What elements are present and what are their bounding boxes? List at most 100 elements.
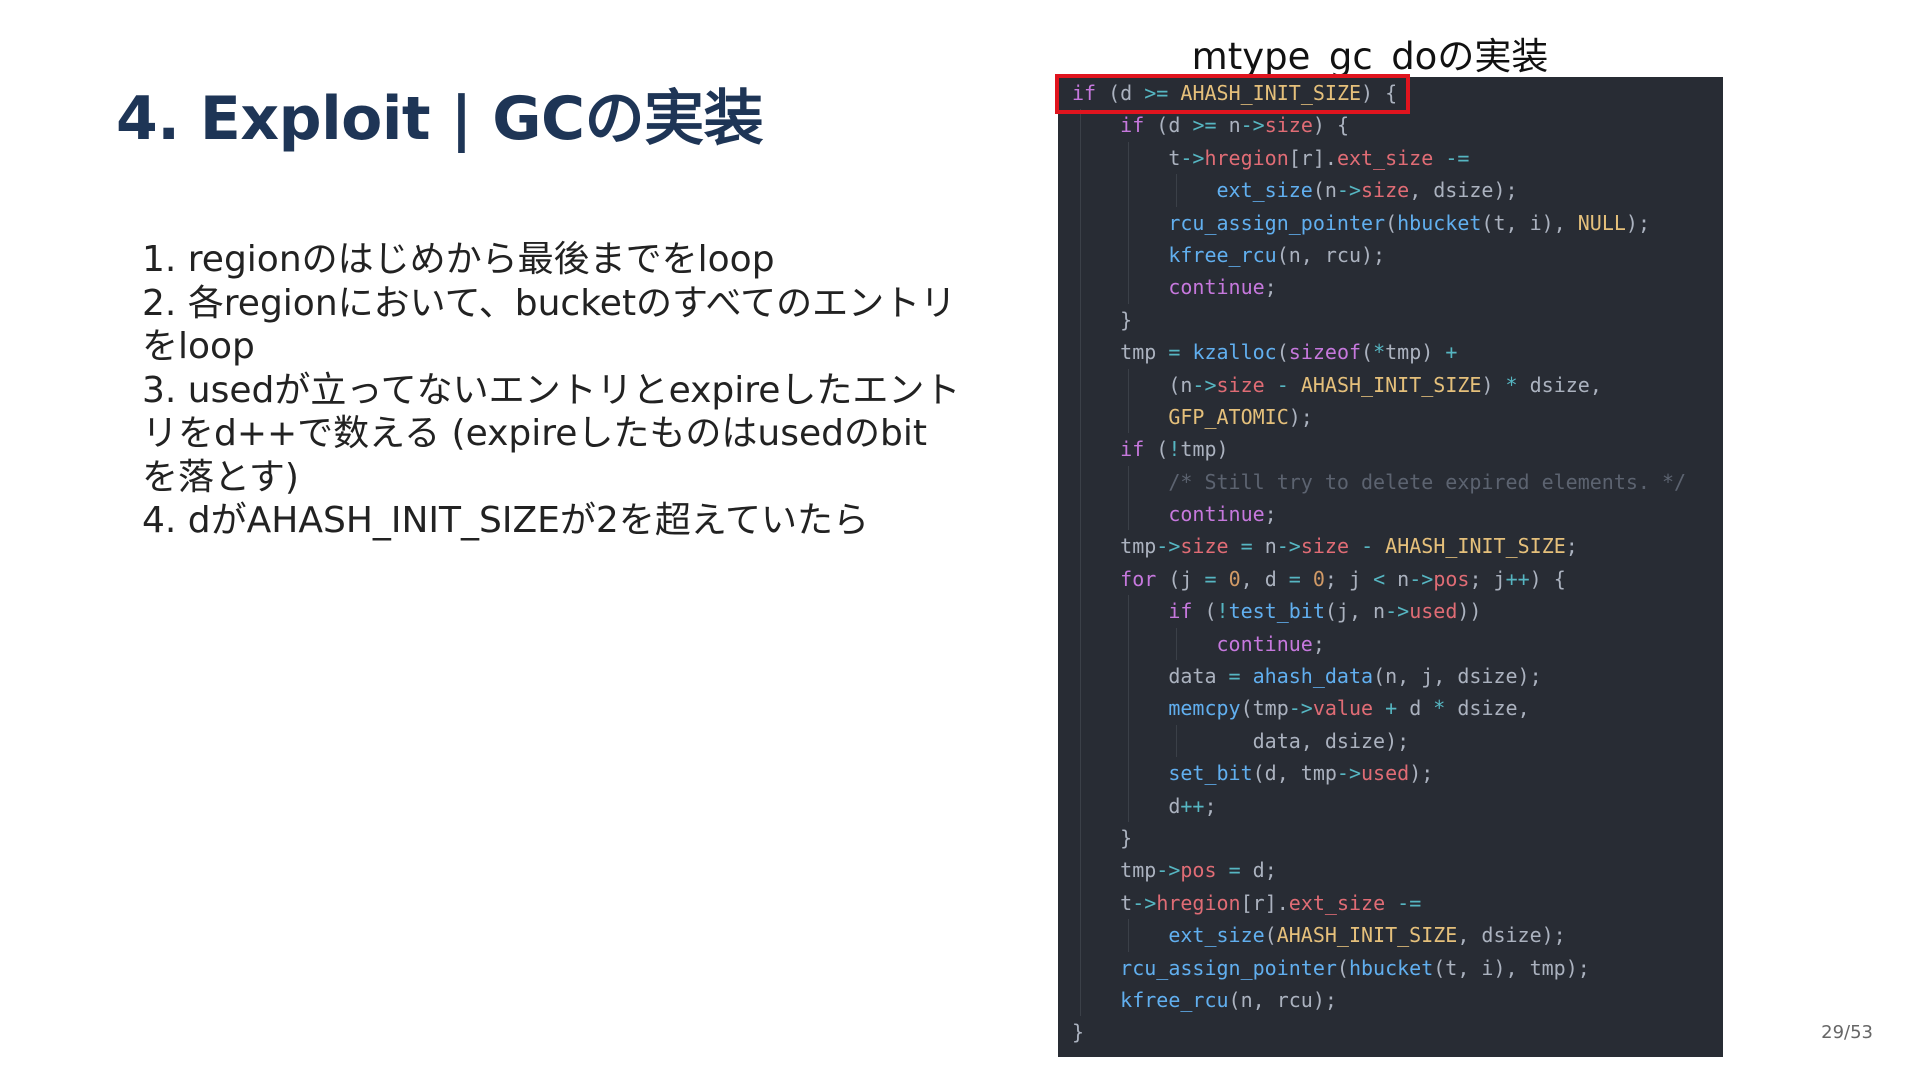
code-token: = — [1228, 664, 1241, 689]
code-token: tmp) — [1385, 340, 1446, 365]
code-token: for — [1120, 566, 1157, 591]
code-screenshot: if (d >= AHASH_INIT_SIZE) { if (d >= n->… — [1058, 77, 1723, 1057]
code-line: } — [1072, 303, 1686, 337]
code-line: kfree_rcu(n, rcu); — [1072, 983, 1686, 1017]
code-token: (n, rcu); — [1228, 987, 1337, 1012]
indent-guide — [1080, 174, 1081, 207]
code-token: hregion — [1204, 145, 1289, 170]
code-token: ; j — [1324, 566, 1374, 591]
code-token: rcu_assign_pointer — [1168, 210, 1386, 235]
indent-guide — [1080, 821, 1081, 855]
code-token: tmp — [1120, 340, 1169, 365]
code-line: tmp->size = n->size - AHASH_INIT_SIZE; — [1072, 530, 1686, 563]
code-token: (t, i), — [1481, 210, 1578, 235]
code-token: ! — [1216, 599, 1229, 624]
code-token: 0 — [1228, 566, 1241, 591]
code-token: [r]. — [1288, 145, 1337, 170]
code-line: for (j = 0, d = 0; j < n->pos; j++) { — [1072, 562, 1686, 596]
code-token: t — [1120, 890, 1133, 915]
step-item: 4. dがAHASH_INIT_SIZEが2を超えていたら — [142, 500, 870, 541]
code-token: ++ — [1505, 566, 1530, 591]
code-token: , d — [1240, 566, 1289, 591]
code-token: ( — [1361, 340, 1374, 365]
step-list: 1. regionのはじめから最後までをloop 2. 各regionにおいて、… — [142, 238, 962, 543]
code-token: used — [1409, 599, 1458, 624]
indent-guide — [1080, 498, 1081, 531]
code-line: rcu_assign_pointer(hbucket(t, i), tmp); — [1072, 951, 1686, 984]
indent-guide — [1080, 206, 1081, 239]
code-token: (n — [1168, 372, 1193, 397]
code-token: (tmp — [1240, 696, 1289, 721]
code-line: ext_size(AHASH_INIT_SIZE, dsize); — [1072, 919, 1686, 952]
code-token: kfree_rcu — [1120, 987, 1229, 1012]
indent-guide — [1128, 271, 1130, 304]
code-token: , dsize); — [1457, 923, 1566, 948]
code-token: -= — [1397, 890, 1422, 915]
code-line: (n->size - AHASH_INIT_SIZE) * dsize, — [1072, 368, 1686, 401]
indent-guide — [1128, 141, 1130, 175]
code-line: } — [1072, 821, 1686, 855]
code-token: size — [1361, 178, 1410, 203]
highlight-box — [1055, 74, 1410, 114]
code-token: -> — [1132, 890, 1157, 915]
code-token: ( — [1385, 210, 1398, 235]
indent-guide — [1128, 238, 1130, 272]
indent-guide — [1080, 789, 1081, 822]
code-token: size — [1180, 534, 1229, 559]
code-token: -> — [1156, 858, 1181, 883]
code-token: = — [1240, 534, 1253, 559]
code-token: ) — [1481, 372, 1506, 397]
code-token: } — [1120, 825, 1133, 850]
code-token: continue — [1168, 502, 1265, 527]
code-token: -> — [1192, 372, 1217, 397]
indent-guide — [1128, 757, 1130, 790]
code-token: n — [1216, 113, 1241, 138]
indent-guide — [1128, 789, 1130, 822]
code-token: -> — [1288, 696, 1313, 721]
code-token: NULL — [1577, 210, 1626, 235]
indent-guide — [1080, 692, 1081, 725]
indent-guide — [1176, 627, 1178, 661]
code-token: * — [1373, 340, 1386, 365]
code-token: (j, n — [1324, 599, 1386, 624]
code-token: value — [1312, 696, 1374, 721]
code-line: d++; — [1072, 789, 1686, 822]
code-token: = — [1228, 858, 1241, 883]
code-token: sizeof — [1288, 340, 1362, 365]
code-token: (n — [1312, 178, 1337, 203]
indent-guide — [1080, 530, 1081, 563]
code-token: kzalloc — [1192, 340, 1277, 365]
indent-guide — [1080, 368, 1081, 401]
code-token: ; j — [1469, 566, 1506, 591]
indent-guide — [1080, 983, 1081, 1017]
code-token: ); — [1409, 761, 1434, 786]
code-token: tmp — [1120, 534, 1157, 559]
code-token: (t, i), tmp); — [1433, 955, 1590, 980]
code-token: ( — [1336, 955, 1349, 980]
code-token: rcu_assign_pointer — [1120, 955, 1337, 980]
indent-guide — [1080, 303, 1081, 337]
indent-guide — [1128, 627, 1130, 661]
code-token: (n, rcu); — [1276, 242, 1386, 267]
page-number: 29/53 — [1821, 1022, 1873, 1043]
indent-guide — [1080, 757, 1081, 790]
indent-guide — [1080, 886, 1081, 920]
code-token: < — [1373, 566, 1386, 591]
code-token: memcpy — [1168, 696, 1241, 721]
code-token: d; — [1240, 858, 1277, 883]
